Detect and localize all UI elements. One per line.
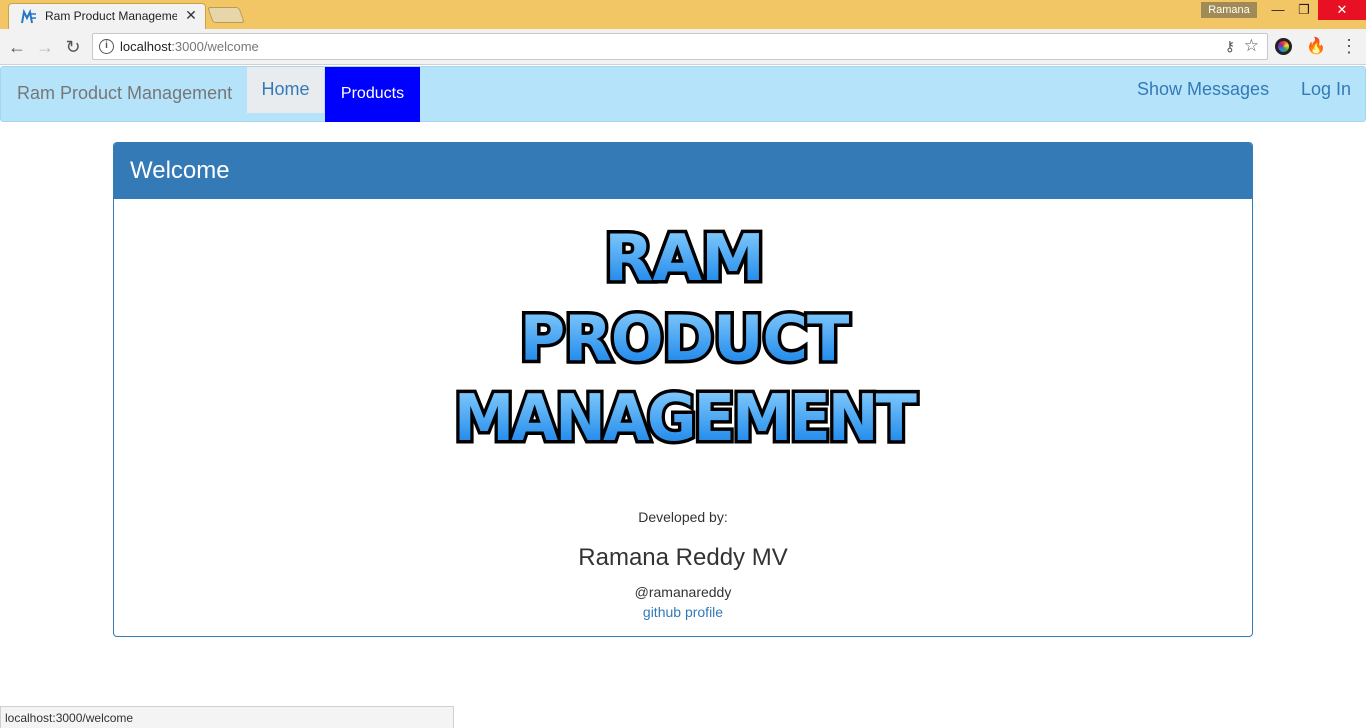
logo-line-1: RAM	[604, 222, 764, 296]
navbar-brand[interactable]: Ram Product Management	[17, 83, 232, 104]
app-navbar: Ram Product Management Home Products Sho…	[0, 66, 1366, 122]
info-icon[interactable]: i	[99, 39, 114, 54]
browser-tab[interactable]: Ram Product Management ✕	[8, 3, 206, 29]
minimize-icon[interactable]: —	[1264, 0, 1292, 20]
url-host: localhost	[120, 39, 172, 54]
logo-line-3: MANAGEMENT	[454, 382, 917, 456]
fire-extension-icon[interactable]: 🔥	[1306, 36, 1326, 56]
developed-by-label: Developed by:	[638, 509, 728, 525]
browser-titlebar: Ram Product Management ✕ Ramana — ❐ ✕	[0, 0, 1366, 29]
nav-show-messages-link[interactable]: Show Messages	[1137, 79, 1269, 100]
nav-home-link[interactable]: Home	[247, 67, 324, 113]
restore-icon[interactable]: ❐	[1290, 0, 1318, 20]
back-arrow-icon[interactable]: ←	[6, 36, 28, 58]
status-bar-url: localhost:3000/welcome	[0, 706, 454, 728]
tab-close-icon[interactable]: ✕	[183, 7, 199, 24]
browser-menu-icon[interactable]: ⋮	[1340, 35, 1358, 57]
app-favicon-icon	[21, 9, 36, 24]
github-profile-link[interactable]: github profile	[114, 604, 1252, 620]
address-url[interactable]: localhost:3000/welcome	[120, 39, 259, 54]
address-bar[interactable]: i localhost:3000/welcome ⚷ ☆	[92, 33, 1268, 60]
key-icon[interactable]: ⚷	[1225, 38, 1235, 55]
url-path: :3000/welcome	[171, 39, 259, 54]
developer-handle: @ramanareddy	[634, 584, 732, 600]
tab-title: Ram Product Management	[45, 9, 177, 23]
logo-line-2: PRODUCT	[520, 302, 849, 375]
browser-toolbar: ← → ↻ i localhost:3000/welcome ⚷ ☆ 🔥 ⋮	[0, 29, 1366, 65]
nav-products-link[interactable]: Products	[325, 67, 420, 122]
panel-heading: Welcome	[114, 143, 1252, 199]
nav-login-link[interactable]: Log In	[1301, 79, 1351, 100]
new-tab-button[interactable]	[207, 7, 245, 23]
window-close-icon[interactable]: ✕	[1318, 0, 1366, 20]
welcome-panel: Welcome RAM PRODUCT MANAGEMENT Developed…	[113, 142, 1253, 637]
ram-product-management-logo: RAM PRODUCT MANAGEMENT	[451, 219, 924, 459]
bookmark-star-icon[interactable]: ☆	[1244, 36, 1259, 56]
developer-name: Ramana Reddy MV	[578, 544, 788, 571]
color-extension-icon[interactable]	[1275, 38, 1292, 55]
profile-badge[interactable]: Ramana	[1201, 2, 1257, 18]
forward-arrow-icon[interactable]: →	[34, 36, 56, 58]
panel-title: Welcome	[130, 157, 230, 184]
reload-icon[interactable]: ↻	[62, 36, 84, 58]
